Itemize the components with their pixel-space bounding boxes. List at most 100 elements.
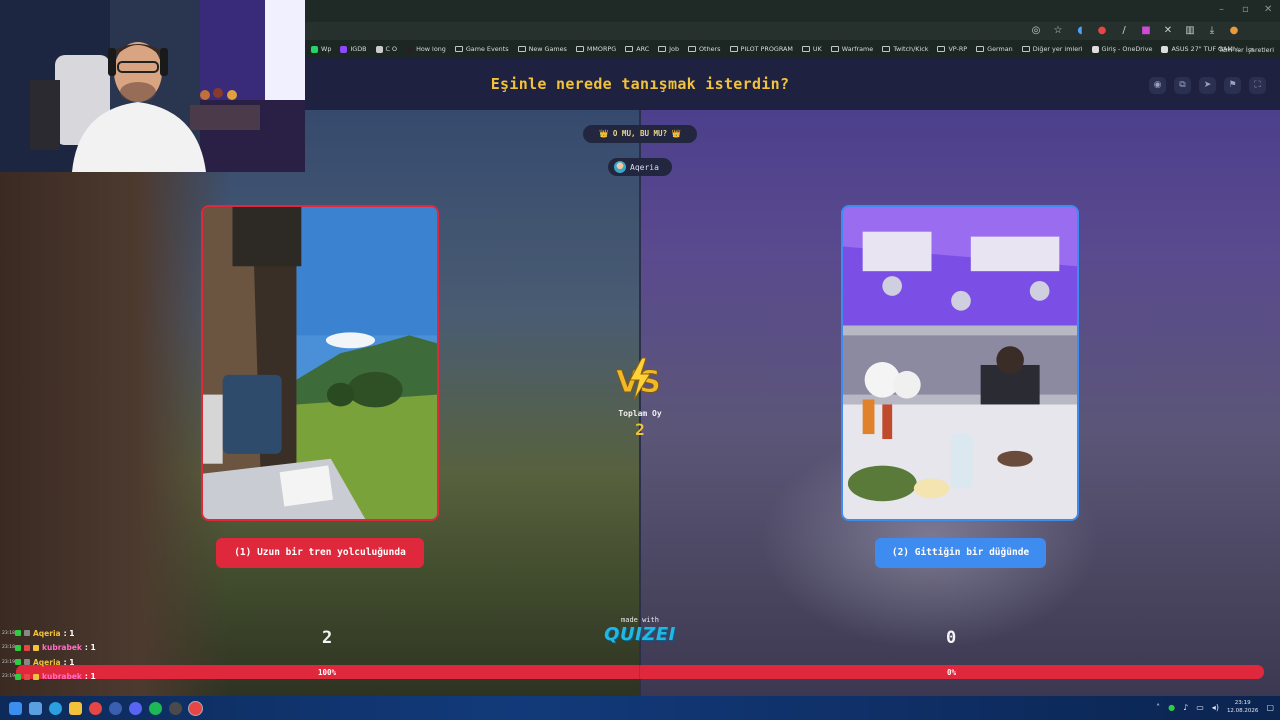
clock[interactable]: 23:19 12.08.2026: [1227, 699, 1259, 715]
windows-taskbar: [0, 696, 1280, 720]
user-badge: Aqeria: [608, 158, 672, 176]
option-1-image[interactable]: [201, 205, 439, 521]
bookmark-item[interactable]: Game Events: [454, 45, 509, 53]
bookmark-item[interactable]: Warframe: [830, 45, 874, 53]
clock-date: 12.08.2026: [1226, 708, 1259, 714]
chat-time: 23:19: [2, 674, 15, 680]
chat-text: : 1: [84, 672, 96, 682]
discord-icon[interactable]: [129, 701, 142, 715]
notification-icon[interactable]: ▢: [1266, 703, 1274, 712]
bookmark-item[interactable]: UK: [801, 45, 822, 53]
option-1-button[interactable]: (1) Uzun bir tren yolculuğunda: [216, 538, 424, 568]
network-icon[interactable]: ▭: [1196, 703, 1204, 712]
minimize-button[interactable]: –: [1219, 4, 1224, 15]
wedding-hall-image: [843, 207, 1077, 519]
bookmark-label: MMORPG: [586, 45, 617, 53]
webcam-feed-image: [0, 0, 305, 172]
chrome-active-icon[interactable]: [189, 701, 202, 715]
bookmark-item[interactable]: Wp: [311, 45, 331, 53]
bookmark-label: Warframe: [841, 45, 874, 53]
send-icon[interactable]: ➤: [1199, 77, 1216, 94]
bookmark-label: Game Events: [465, 45, 509, 53]
folder-icon: [625, 46, 634, 52]
profile-icon[interactable]: ●: [1228, 25, 1240, 37]
bookmark-item[interactable]: C O: [375, 45, 397, 53]
eye-icon[interactable]: ◉: [1149, 77, 1166, 94]
file-explorer-icon[interactable]: [69, 701, 82, 715]
extension-icon[interactable]: /: [1118, 25, 1130, 37]
bookmark-item[interactable]: German: [976, 45, 1013, 53]
bookmark-item[interactable]: New Games: [517, 45, 567, 53]
bookmark-item[interactable]: Others: [688, 45, 721, 53]
chat-message: 23:18 Aqeria : 1: [2, 626, 96, 641]
flag-icon[interactable]: ⚑: [1224, 77, 1241, 94]
bookmark-label: New Games: [528, 45, 567, 53]
folder-icon: [658, 46, 667, 52]
maximize-button[interactable]: ▫: [1242, 4, 1249, 15]
chat-username: kubrabek: [42, 672, 82, 682]
copy-icon[interactable]: ⧉: [1174, 77, 1191, 94]
close-window-button[interactable]: ✕: [1264, 4, 1272, 15]
quizei-logo[interactable]: QUIZEI: [600, 624, 680, 645]
extension-icon[interactable]: ■: [1140, 25, 1152, 37]
bookmark-item[interactable]: ARC: [625, 45, 649, 53]
option-2-button[interactable]: (2) Gittiğin bir düğünde: [875, 538, 1046, 568]
bookmark-label: Diğer yer imleri: [1032, 45, 1083, 53]
bookmark-item[interactable]: VP-RP: [937, 45, 967, 53]
bookmark-item[interactable]: IGDB: [340, 45, 367, 53]
avatar: [614, 161, 626, 173]
bookmark-item[interactable]: Job: [658, 45, 679, 53]
bookmark-label: German: [987, 45, 1013, 53]
bookmark-item[interactable]: PILOT PROGRAM: [729, 45, 793, 53]
whatsapp-icon: [311, 45, 318, 53]
panel-icon[interactable]: ▥: [1184, 25, 1196, 37]
chrome-icon[interactable]: [89, 701, 102, 715]
download-icon[interactable]: ⤓: [1206, 25, 1218, 37]
option-2-image[interactable]: [841, 205, 1079, 521]
star-icon[interactable]: ☆: [1052, 25, 1064, 37]
all-bookmarks-link[interactable]: Tüm Yer İşaretleri: [1219, 46, 1274, 54]
extension-icon[interactable]: ◖: [1074, 25, 1086, 37]
hide-icon[interactable]: ◎: [1030, 25, 1042, 37]
badge-icon: [24, 673, 30, 680]
edge-icon[interactable]: [49, 701, 62, 715]
folder-icon: [729, 46, 738, 52]
vs-icon: VS: [616, 357, 661, 401]
extension-icon[interactable]: ●: [1096, 25, 1108, 37]
chat-username: Aqeria: [33, 628, 61, 638]
start-icon[interactable]: [9, 701, 22, 715]
bookmark-item[interactable]: How long: [406, 45, 446, 53]
chevron-up-icon[interactable]: ˄: [1156, 703, 1160, 712]
bookmark-item[interactable]: Giriş - OneDrive: [1091, 45, 1152, 53]
steam-icon[interactable]: [109, 701, 122, 715]
app-tray-icon[interactable]: ●: [1168, 703, 1175, 712]
system-tray: ˄ ● ♪ ▭ ◂) 23:19 12.08.2026 ▢: [1156, 699, 1274, 715]
bookmark-label: PILOT PROGRAM: [740, 45, 793, 53]
fullscreen-icon[interactable]: ⛶: [1249, 77, 1266, 94]
folder-icon: [976, 46, 985, 52]
obs-icon[interactable]: [169, 701, 182, 715]
chat-text: : 1: [63, 628, 75, 638]
bookmark-label: ARC: [636, 45, 650, 53]
webcam-overlay: [0, 0, 305, 172]
header-actions: ◉ ⧉ ➤ ⚑ ⛶: [1149, 77, 1266, 94]
bookmark-item[interactable]: Diğer yer imleri: [1021, 45, 1083, 53]
volume-icon[interactable]: ◂): [1212, 703, 1219, 712]
center-divider: [639, 110, 641, 696]
folder-icon: [575, 46, 584, 52]
spotify-icon[interactable]: [149, 701, 162, 715]
bookmark-label: Wp: [321, 45, 332, 53]
search-icon[interactable]: [29, 701, 42, 715]
chat-time: 23:18: [2, 630, 15, 636]
folder-icon: [688, 46, 697, 52]
chat-time: 23:18: [2, 645, 15, 651]
badge-icon: [24, 644, 30, 651]
close-icon[interactable]: ✕: [1162, 25, 1174, 37]
microphone-icon[interactable]: ♪: [1183, 703, 1188, 712]
bookmark-label: Job: [669, 45, 680, 53]
badge-icon: [24, 630, 30, 637]
chat-message: 23:19 Aqeria : 1: [2, 655, 96, 670]
chat-text: : 1: [63, 657, 75, 667]
bookmark-item[interactable]: Twitch/Kick: [882, 45, 928, 53]
bookmark-item[interactable]: MMORPG: [575, 45, 617, 53]
